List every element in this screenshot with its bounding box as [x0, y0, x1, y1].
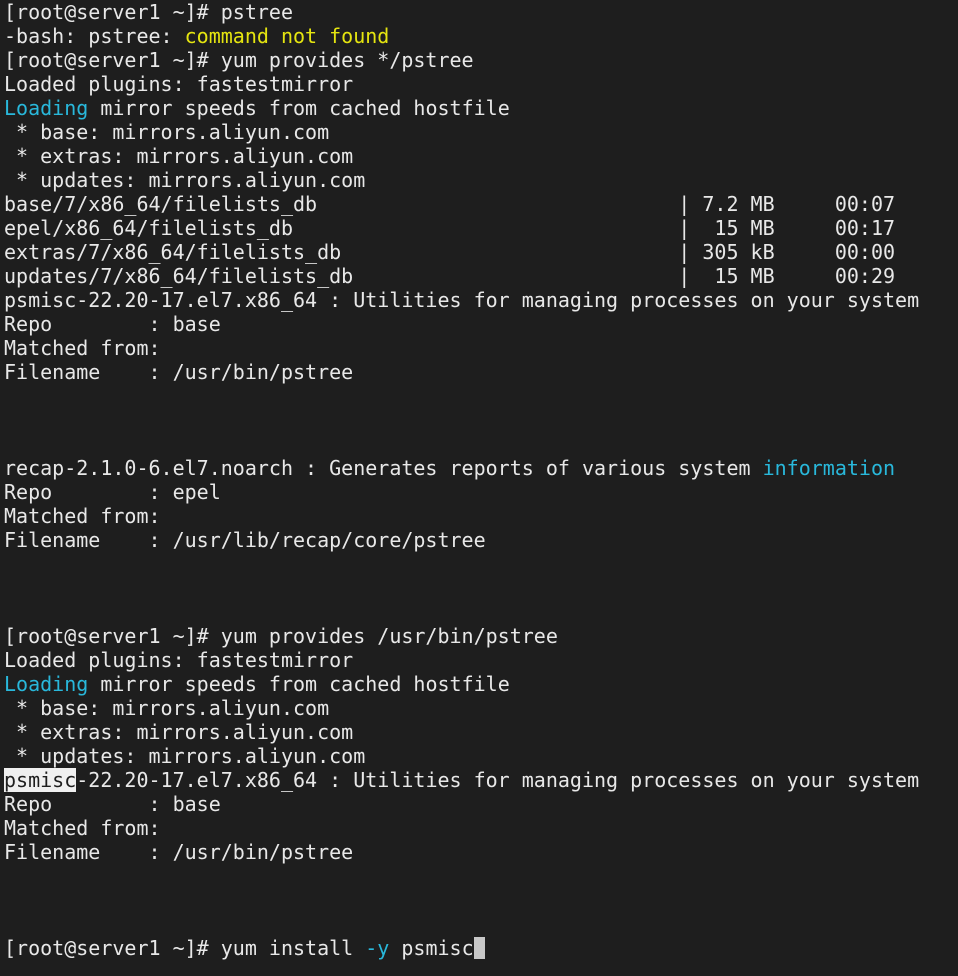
terminal-line: Loaded plugins: fastestmirror — [4, 648, 958, 672]
terminal-line: * base: mirrors.aliyun.com — [4, 696, 958, 720]
command-prompt-line[interactable]: [root@server1 ~]# yum install -y psmisc — [4, 936, 958, 960]
terminal-line: * extras: mirrors.aliyun.com — [4, 720, 958, 744]
terminal-line: -bash: pstree: command not found — [4, 24, 958, 48]
terminal-line: Matched from: — [4, 816, 958, 840]
terminal-line: Filename : /usr/lib/recap/core/pstree — [4, 528, 958, 552]
terminal-line: updates/7/x86_64/filelists_db | 15 MB 00… — [4, 264, 958, 288]
line-text: mirror speeds from cached hostfile — [88, 96, 510, 120]
terminal-line: epel/x86_64/filelists_db | 15 MB 00:17 — [4, 216, 958, 240]
line-text: [root@server1 ~]# yum provides /usr/bin/… — [4, 624, 558, 648]
line-text: [root@server1 ~]# yum provides */pstree — [4, 48, 474, 72]
line-text: * extras: mirrors.aliyun.com — [4, 144, 354, 168]
terminal-line: Loading mirror speeds from cached hostfi… — [4, 96, 958, 120]
terminal-line: psmisc-22.20-17.el7.x86_64 : Utilities f… — [4, 288, 958, 312]
line-text: epel/x86_64/filelists_db | 15 MB 00:17 — [4, 216, 896, 240]
line-text: Filename : /usr/lib/recap/core/pstree — [4, 528, 486, 552]
terminal-line: Loaded plugins: fastestmirror — [4, 72, 958, 96]
line-text: psmisc-22.20-17.el7.x86_64 : Utilities f… — [4, 288, 920, 312]
line-text: Filename : /usr/bin/pstree — [4, 360, 354, 384]
terminal-line: base/7/x86_64/filelists_db | 7.2 MB 00:0… — [4, 192, 958, 216]
terminal-line: Loading mirror speeds from cached hostfi… — [4, 672, 958, 696]
line-text: Loaded plugins: fastestmirror — [4, 648, 354, 672]
line-text: Filename : /usr/bin/pstree — [4, 840, 354, 864]
line-text: Repo : base — [4, 792, 221, 816]
highlighted-word: Loading — [4, 672, 89, 696]
terminal-line: Repo : epel — [4, 480, 958, 504]
terminal-line: * updates: mirrors.aliyun.com — [4, 168, 958, 192]
line-text: * updates: mirrors.aliyun.com — [4, 168, 366, 192]
terminal-line: * base: mirrors.aliyun.com — [4, 120, 958, 144]
line-text: updates/7/x86_64/filelists_db | 15 MB 00… — [4, 264, 896, 288]
terminal-line: [root@server1 ~]# yum provides /usr/bin/… — [4, 624, 958, 648]
terminal-line: recap-2.1.0-6.el7.noarch : Generates rep… — [4, 456, 958, 480]
line-text: * base: mirrors.aliyun.com — [4, 120, 330, 144]
line-text: Repo : epel — [4, 480, 221, 504]
terminal-window[interactable]: [root@server1 ~]# pstree -bash: pstree: c… — [0, 0, 958, 976]
prompt-argument: psmisc — [389, 936, 474, 960]
terminal-line: [root@server1 ~]# pstree — [4, 0, 958, 24]
line-text: [root@server1 ~]# pstree — [4, 0, 293, 24]
terminal-line: Repo : base — [4, 312, 958, 336]
terminal-line: Filename : /usr/bin/pstree — [4, 360, 958, 384]
line-text: recap-2.1.0-6.el7.noarch : Generates rep… — [4, 456, 763, 480]
terminal-line: extras/7/x86_64/filelists_db | 305 kB 00… — [4, 240, 958, 264]
highlighted-word: Loading — [4, 96, 89, 120]
terminal-line: Matched from: — [4, 336, 958, 360]
prompt-command-text: [root@server1 ~]# yum install — [4, 936, 366, 960]
line-text: Repo : base — [4, 312, 221, 336]
text-cursor — [473, 937, 485, 959]
terminal-line: [root@server1 ~]# yum provides */pstree — [4, 48, 958, 72]
line-text: Matched from: — [4, 336, 161, 360]
line-text: Matched from: — [4, 816, 161, 840]
terminal-line: Matched from: — [4, 504, 958, 528]
line-text: base/7/x86_64/filelists_db | 7.2 MB 00:0… — [4, 192, 896, 216]
terminal-line: * extras: mirrors.aliyun.com — [4, 144, 958, 168]
error-highlight: command not found — [184, 24, 390, 48]
terminal-output: [root@server1 ~]# pstree -bash: pstree: c… — [4, 0, 958, 936]
line-text: * base: mirrors.aliyun.com — [4, 696, 330, 720]
terminal-line: psmisc-22.20-17.el7.x86_64 : Utilities f… — [4, 768, 958, 792]
terminal-line: Filename : /usr/bin/pstree — [4, 840, 958, 864]
line-text: -22.20-17.el7.x86_64 : Utilities for man… — [76, 768, 920, 792]
highlighted-word: information — [762, 456, 896, 480]
line-text: extras/7/x86_64/filelists_db | 305 kB 00… — [4, 240, 896, 264]
selected-text: psmisc — [4, 768, 77, 792]
line-text: * updates: mirrors.aliyun.com — [4, 744, 366, 768]
terminal-line: Repo : base — [4, 792, 958, 816]
line-text: Matched from: — [4, 504, 161, 528]
line-text: * extras: mirrors.aliyun.com — [4, 720, 354, 744]
terminal-line: * updates: mirrors.aliyun.com — [4, 744, 958, 768]
line-text: -bash: pstree: — [4, 24, 185, 48]
line-text: mirror speeds from cached hostfile — [88, 672, 510, 696]
prompt-flag: -y — [365, 936, 390, 960]
line-text: Loaded plugins: fastestmirror — [4, 72, 354, 96]
